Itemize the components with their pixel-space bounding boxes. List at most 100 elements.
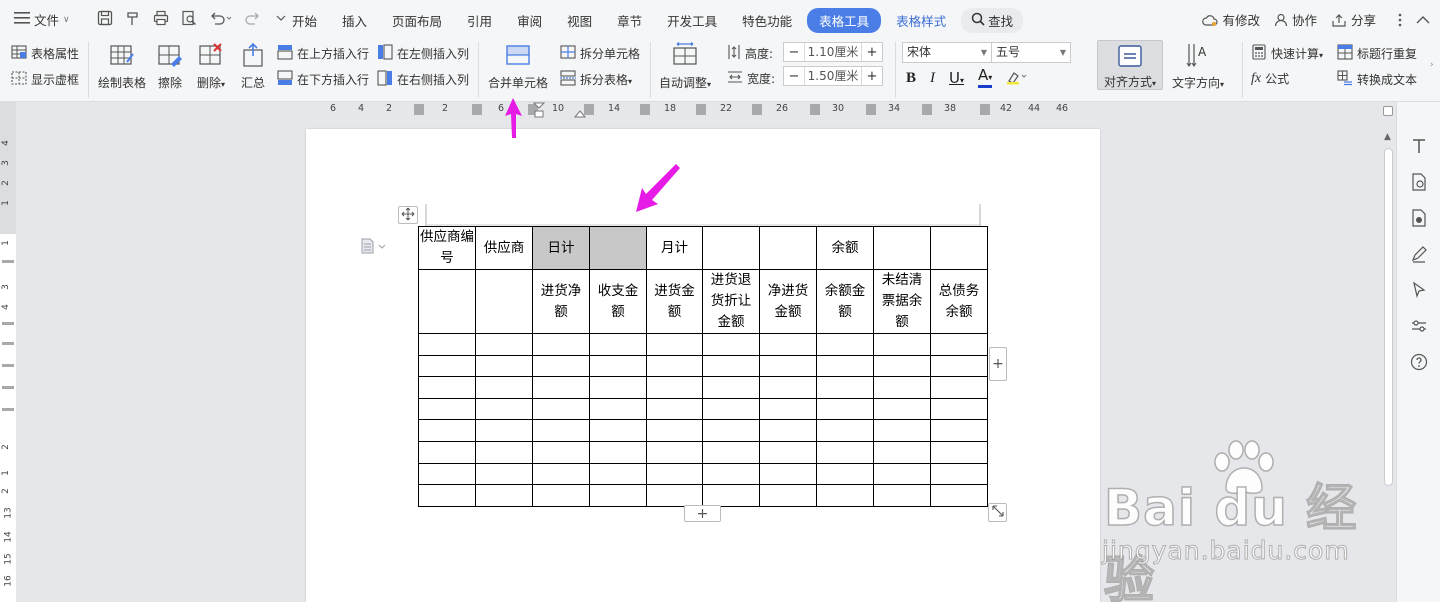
table-cell[interactable] xyxy=(589,354,647,378)
table-cell[interactable]: 进货净额 xyxy=(532,269,590,334)
insert-row-above-button[interactable]: 在上方插入行 xyxy=(277,44,369,63)
quick-calc-button[interactable]: 快速计算▾ xyxy=(1251,44,1323,63)
width-increase-button[interactable]: + xyxy=(862,69,882,84)
summary-button[interactable]: 汇总 xyxy=(240,42,266,91)
tab-review[interactable]: 审阅 xyxy=(507,8,552,33)
help-icon[interactable] xyxy=(1409,352,1429,372)
convert-to-text-button[interactable]: 转换成文本 xyxy=(1337,70,1417,89)
height-increase-button[interactable]: + xyxy=(862,45,882,60)
table-cell-selected[interactable] xyxy=(589,226,647,270)
table-cell[interactable] xyxy=(816,376,874,399)
tab-chapter[interactable]: 章节 xyxy=(607,8,652,33)
search-tab[interactable]: 查找 xyxy=(961,8,1024,33)
more-icon[interactable] xyxy=(1398,13,1402,27)
erase-button[interactable]: 擦除 xyxy=(157,42,183,91)
table-cell[interactable] xyxy=(702,226,760,270)
width-value[interactable]: 1.50厘米 xyxy=(804,67,862,85)
table-cell[interactable]: 未结清票据余额 xyxy=(873,269,931,334)
table-cell[interactable] xyxy=(873,397,931,421)
table-cell[interactable] xyxy=(873,376,931,399)
merge-cells-button[interactable]: 合并单元格 xyxy=(488,42,548,91)
table-cell[interactable] xyxy=(930,376,988,399)
table-cell[interactable] xyxy=(646,484,703,507)
formula-button[interactable]: fx 公式 xyxy=(1251,70,1289,87)
tab-table-tools[interactable]: 表格工具 xyxy=(807,8,882,33)
table-cell[interactable] xyxy=(816,419,874,442)
table-cell[interactable]: 净进货金额 xyxy=(759,269,817,334)
table-cell[interactable] xyxy=(702,376,760,399)
table-cell[interactable] xyxy=(702,419,760,442)
table-cell[interactable] xyxy=(418,462,476,486)
table-cell[interactable] xyxy=(702,354,760,378)
table-cell[interactable] xyxy=(759,484,817,507)
table-cell[interactable] xyxy=(930,462,988,486)
table-cell[interactable]: 余额金额 xyxy=(816,269,874,334)
delete-button[interactable]: 删除▾ xyxy=(197,42,225,91)
table-cell[interactable] xyxy=(930,333,988,356)
data-table[interactable]: 供应商编号 供应商 日计 月计 余额 进货净额 收支金额 进货金额 进货退货折让… xyxy=(418,226,988,507)
width-decrease-button[interactable]: − xyxy=(784,69,804,84)
table-cell[interactable] xyxy=(873,333,931,356)
table-cell[interactable] xyxy=(532,354,590,378)
table-cell[interactable] xyxy=(702,440,760,464)
height-stepper[interactable]: − 1.10厘米 + xyxy=(783,42,883,62)
table-cell[interactable] xyxy=(475,484,533,507)
table-cell[interactable] xyxy=(759,397,817,421)
table-cell[interactable] xyxy=(589,376,647,399)
text-style-icon[interactable] xyxy=(1409,136,1429,156)
table-cell[interactable] xyxy=(873,419,931,442)
auto-fit-button[interactable]: 自动调整▾ xyxy=(659,42,711,91)
table-cell[interactable] xyxy=(532,376,590,399)
table-cell[interactable] xyxy=(816,484,874,507)
table-cell[interactable] xyxy=(475,440,533,464)
tab-table-style[interactable]: 表格样式 xyxy=(886,8,956,33)
add-row-button[interactable]: + xyxy=(684,505,721,522)
table-cell[interactable] xyxy=(475,354,533,378)
table-cell[interactable]: 收支金额 xyxy=(589,269,647,334)
table-cell[interactable] xyxy=(532,333,590,356)
table-cell[interactable] xyxy=(589,419,647,442)
table-cell[interactable] xyxy=(759,226,817,270)
table-cell[interactable] xyxy=(759,333,817,356)
table-cell[interactable] xyxy=(759,376,817,399)
table-cell[interactable] xyxy=(873,226,931,270)
table-cell[interactable] xyxy=(930,354,988,378)
print-preview-icon[interactable] xyxy=(180,9,198,27)
table-cell[interactable] xyxy=(475,397,533,421)
indent-marker-icon[interactable] xyxy=(532,102,546,118)
tab-page-layout[interactable]: 页面布局 xyxy=(382,8,452,33)
paragraph-layout-icon[interactable] xyxy=(360,238,388,257)
insert-col-left-button[interactable]: 在左侧插入列 xyxy=(377,44,469,63)
table-cell[interactable] xyxy=(873,484,931,507)
collab-button[interactable]: 协作 xyxy=(1274,10,1317,29)
add-column-button[interactable]: + xyxy=(989,347,1007,381)
title-repeat-button[interactable]: 标题行重复 xyxy=(1337,44,1417,63)
scrollbar-thumb[interactable] xyxy=(1384,148,1393,486)
redo-icon[interactable] xyxy=(244,9,262,27)
split-table-button[interactable]: 拆分表格▾ xyxy=(560,70,632,89)
scroll-up-icon[interactable]: ▲ xyxy=(1384,132,1391,142)
table-cell[interactable] xyxy=(475,333,533,356)
table-cell-selected[interactable]: 日计 xyxy=(532,226,590,270)
table-cell[interactable] xyxy=(646,376,703,399)
tab-stop-icon[interactable] xyxy=(574,108,586,118)
table-cell[interactable]: 余额 xyxy=(816,226,874,270)
table-cell[interactable] xyxy=(532,419,590,442)
table-cell[interactable] xyxy=(702,462,760,486)
scroll-options-icon[interactable] xyxy=(1383,106,1393,116)
table-cell[interactable] xyxy=(532,440,590,464)
table-cell[interactable] xyxy=(930,397,988,421)
tab-features[interactable]: 特色功能 xyxy=(732,8,802,33)
table-cell[interactable] xyxy=(475,462,533,486)
table-cell[interactable]: 进货退货折让金额 xyxy=(702,269,760,334)
show-gridlines-button[interactable]: 显示虚框 xyxy=(11,70,79,89)
table-cell[interactable] xyxy=(702,484,760,507)
table-cell[interactable] xyxy=(589,397,647,421)
table-cell[interactable] xyxy=(418,484,476,507)
italic-icon[interactable]: I xyxy=(930,70,935,87)
document-settings-icon[interactable] xyxy=(1409,172,1429,192)
table-cell[interactable] xyxy=(418,376,476,399)
sliders-icon[interactable] xyxy=(1409,316,1429,336)
font-name-select[interactable]: 宋体 ▼ xyxy=(902,42,992,63)
table-cell[interactable] xyxy=(930,419,988,442)
